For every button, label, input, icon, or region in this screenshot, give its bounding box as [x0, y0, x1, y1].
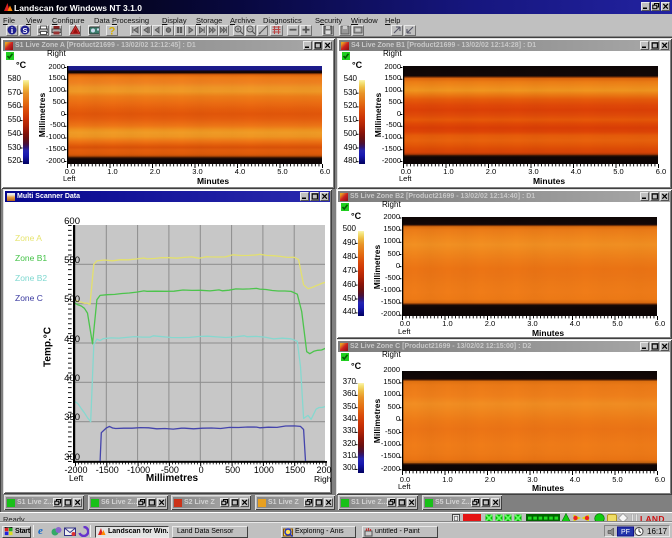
svg-text:PF: PF: [621, 529, 630, 536]
svg-text:S: S: [22, 26, 27, 35]
svg-text:?: ?: [109, 25, 116, 36]
